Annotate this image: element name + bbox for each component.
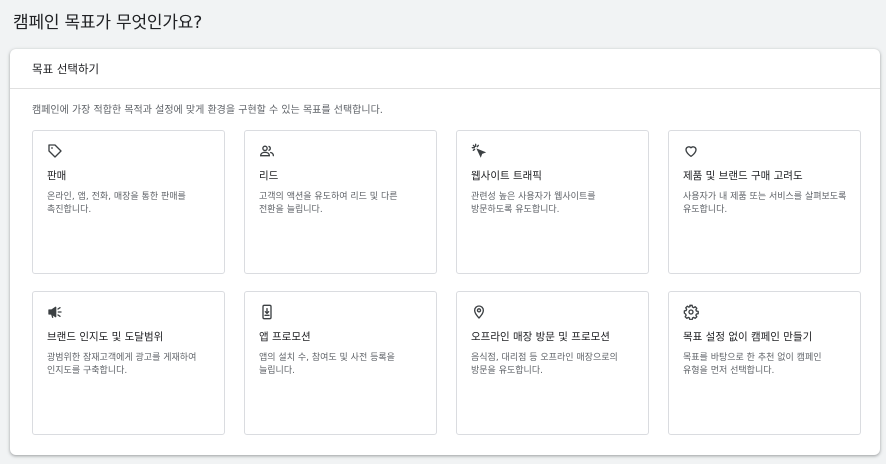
goal-card-consideration[interactable]: 제품 및 브랜드 구매 고려도 사용자가 내 제품 또는 서비스를 살펴보도록 …: [668, 130, 861, 274]
page-title: 캠페인 목표가 무엇인가요?: [13, 13, 203, 33]
goal-card-website-traffic[interactable]: 웹사이트 트래픽 관련성 높은 사용자가 웹사이트를 방문하도록 유도합니다.: [456, 130, 649, 274]
goal-card-no-goal[interactable]: 목표 설정 없이 캠페인 만들기 목표를 바탕으로 한 추천 없이 캠페인 유형…: [668, 291, 861, 435]
cursor-click-icon: [471, 143, 487, 159]
goal-title: 브랜드 인지도 및 도달범위: [47, 331, 164, 343]
goal-title: 웹사이트 트래픽: [471, 170, 542, 182]
goal-description: 광범위한 잠재고객에게 광고를 게재하여 인지도를 구축합니다.: [47, 353, 197, 376]
goal-description: 관련성 높은 사용자가 웹사이트를 방문하도록 유도합니다.: [471, 192, 596, 215]
goal-card-leads[interactable]: 리드 고객의 액션을 유도하여 리드 및 다른 전환을 늘립니다.: [244, 130, 437, 274]
panel-description: 캠페인에 가장 적합한 목적과 설정에 맞게 환경을 구현할 수 있는 목표를 …: [32, 105, 383, 116]
phone-download-icon: [259, 304, 275, 320]
goal-title: 앱 프로모션: [259, 331, 311, 343]
people-icon: [259, 143, 275, 159]
goal-title: 오프라인 매장 방문 및 프로모션: [471, 331, 610, 343]
goal-description: 목표를 바탕으로 한 추천 없이 캠페인 유형을 먼저 선택합니다.: [683, 353, 822, 376]
goal-description: 사용자가 내 제품 또는 서비스를 살펴보도록 유도합니다.: [683, 192, 847, 215]
goal-card-store-visits[interactable]: 오프라인 매장 방문 및 프로모션 음식점, 대리점 등 오프라인 매장으로의 …: [456, 291, 649, 435]
panel-header: 목표 선택하기: [10, 49, 880, 89]
heart-icon: [683, 143, 699, 159]
location-pin-icon: [471, 304, 487, 320]
goal-description: 앱의 설치 수, 참여도 및 사전 등록을 늘립니다.: [259, 353, 395, 376]
goal-description: 고객의 액션을 유도하여 리드 및 다른 전환을 늘립니다.: [259, 192, 398, 215]
goal-card-app-promotion[interactable]: 앱 프로모션 앱의 설치 수, 참여도 및 사전 등록을 늘립니다.: [244, 291, 437, 435]
goal-card-brand-awareness[interactable]: 브랜드 인지도 및 도달범위 광범위한 잠재고객에게 광고를 게재하여 인지도를…: [32, 291, 225, 435]
goal-grid: 판매 온라인, 앱, 전화, 매장을 통한 판매를 촉진합니다. 리드 고객의 …: [32, 130, 862, 435]
goal-title: 리드: [259, 170, 279, 182]
goal-description: 온라인, 앱, 전화, 매장을 통한 판매를 촉진합니다.: [47, 192, 186, 215]
goal-selection-panel: 목표 선택하기 캠페인에 가장 적합한 목적과 설정에 맞게 환경을 구현할 수…: [10, 49, 880, 455]
megaphone-icon: [47, 304, 63, 320]
goal-description: 음식점, 대리점 등 오프라인 매장으로의 방문을 유도합니다.: [471, 353, 618, 376]
goal-card-sales[interactable]: 판매 온라인, 앱, 전화, 매장을 통한 판매를 촉진합니다.: [32, 130, 225, 274]
goal-title: 목표 설정 없이 캠페인 만들기: [683, 331, 813, 343]
goal-title: 판매: [47, 170, 67, 182]
tag-icon: [47, 143, 63, 159]
goal-title: 제품 및 브랜드 구매 고려도: [683, 170, 803, 182]
gear-icon: [683, 304, 699, 320]
